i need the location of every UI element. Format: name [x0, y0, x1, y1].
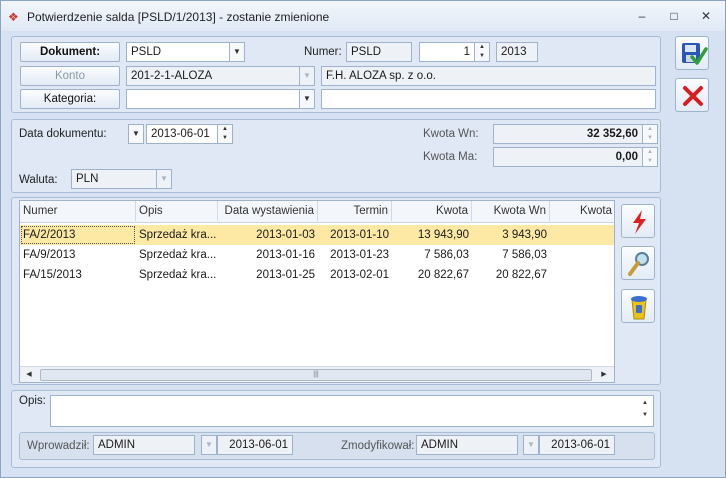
cell-opis: Sprzedaż kra...	[139, 269, 217, 281]
column-header-kwota[interactable]: Kwota	[392, 201, 472, 221]
cell-data: 2013-01-16	[256, 249, 315, 261]
dokument-dropdown[interactable]: ▼	[229, 42, 245, 62]
preview-button[interactable]	[621, 246, 655, 280]
horizontal-scrollbar[interactable]: ◀ ||| ▶	[20, 366, 614, 382]
close-button[interactable]: ✕	[695, 7, 717, 25]
opis-label: Opis:	[19, 395, 46, 407]
cell-data: 2013-01-25	[256, 269, 315, 281]
delete-button[interactable]	[621, 289, 655, 323]
numer-number[interactable]: 1	[419, 42, 475, 62]
cell-kwota-wn: 3 943,90	[502, 229, 547, 241]
grid-header: Numer Opis Data wystawienia Termin Kwota…	[20, 201, 614, 223]
zmodyfikowal-user: ADMIN	[416, 435, 518, 455]
numer-label: Numer:	[304, 46, 342, 58]
scroll-left-arrow[interactable]: ◀	[23, 369, 35, 381]
cell-kwota: 20 822,67	[417, 269, 469, 281]
column-header-termin[interactable]: Termin	[318, 201, 392, 221]
cell-kwota-wn: 20 822,67	[495, 269, 547, 281]
numer-series: PSLD	[346, 42, 412, 62]
column-header-numer[interactable]: Numer	[20, 201, 136, 221]
konto-button[interactable]: Konto	[20, 66, 120, 86]
cell-opis: Sprzedaż kra...	[139, 229, 217, 241]
kwota-ma-spinner: ▲ ▼	[642, 147, 658, 167]
dokument-select[interactable]: PSLD	[126, 42, 230, 62]
cell-kwota: 7 586,03	[424, 249, 469, 261]
kwota-ma-label: Kwota Ma:	[423, 151, 478, 163]
waluta-field: PLN	[71, 169, 157, 189]
wprowadzil-label: Wprowadził:	[27, 440, 90, 452]
data-dokumentu-dropdown[interactable]: ▼	[128, 124, 144, 144]
table-row[interactable]: FA/9/2013 Sprzedaż kra... 2013-01-16 201…	[20, 245, 614, 265]
kwota-wn-label: Kwota Wn:	[423, 128, 479, 140]
save-button[interactable]	[675, 36, 709, 70]
kwota-wn-spinner: ▲ ▼	[642, 124, 658, 144]
kategoria-button[interactable]: Kategoria:	[20, 89, 120, 109]
trash-icon	[631, 296, 647, 320]
cell-kwota: 13 943,90	[417, 229, 469, 241]
data-dokumentu-spinner[interactable]: ▲ ▼	[217, 124, 233, 144]
konto-field: 201-2-1-ALOZA	[126, 66, 300, 86]
column-header-opis[interactable]: Opis	[136, 201, 218, 221]
konto-dropdown: ▼	[299, 66, 315, 86]
wprowadzil-date: 2013-06-01	[217, 435, 293, 455]
scroll-right-arrow[interactable]: ▶	[598, 369, 610, 381]
cancel-button[interactable]	[675, 78, 709, 112]
cell-data: 2013-01-03	[256, 229, 315, 241]
window-title: Potwierdzenie salda [PSLD/1/2013] - zost…	[27, 10, 330, 24]
konto-name: F.H. ALOZA sp. z o.o.	[321, 66, 656, 86]
kwota-ma-field: 0,00	[493, 147, 643, 167]
cancel-icon	[683, 86, 703, 106]
zmodyfikowal-dropdown: ▼	[523, 435, 539, 455]
table-row[interactable]: FA/2/2013 Sprzedaż kra... 2013-01-03 201…	[20, 225, 614, 245]
wprowadzil-user: ADMIN	[93, 435, 195, 455]
column-header-kwota-ma[interactable]: Kwota	[550, 201, 614, 221]
save-icon	[682, 43, 708, 65]
minimize-button[interactable]: –	[631, 7, 653, 25]
generate-button[interactable]	[621, 204, 655, 238]
document-window: ❖ Potwierdzenie salda [PSLD/1/2013] - zo…	[0, 0, 726, 478]
cell-kwota-wn: 7 586,03	[502, 249, 547, 261]
cell-termin: 2013-02-01	[330, 269, 389, 281]
wprowadzil-dropdown: ▼	[201, 435, 217, 455]
cell-opis: Sprzedaż kra...	[139, 249, 217, 261]
data-dokumentu-label: Data dokumentu:	[19, 128, 107, 140]
column-header-data[interactable]: Data wystawienia	[218, 201, 318, 221]
dokument-button[interactable]: Dokument:	[20, 42, 120, 62]
opis-scroll[interactable]: ▲ ▼	[637, 399, 653, 425]
settlements-grid[interactable]: Numer Opis Data wystawienia Termin Kwota…	[19, 200, 615, 383]
cell-termin: 2013-01-10	[330, 229, 389, 241]
kategoria-select[interactable]	[126, 89, 300, 109]
data-dokumentu-field[interactable]: 2013-06-01	[146, 124, 218, 144]
column-header-kwota-wn[interactable]: Kwota Wn	[472, 201, 550, 221]
table-row[interactable]: FA/15/2013 Sprzedaż kra... 2013-01-25 20…	[20, 265, 614, 285]
cell-numer: FA/15/2013	[23, 269, 82, 281]
kategoria-dropdown[interactable]: ▼	[299, 89, 315, 109]
lightning-icon	[633, 210, 646, 234]
cell-termin: 2013-01-23	[330, 249, 389, 261]
zmodyfikowal-label: Zmodyfikował:	[341, 440, 415, 452]
opis-field[interactable]	[50, 395, 654, 427]
kwota-wn-field: 32 352,60	[493, 124, 643, 144]
title-bar: ❖ Potwierdzenie salda [PSLD/1/2013] - zo…	[1, 1, 725, 31]
magnifier-icon	[628, 252, 649, 276]
cell-numer: FA/2/2013	[20, 225, 136, 245]
waluta-label: Waluta:	[19, 174, 58, 186]
app-icon: ❖	[8, 10, 19, 24]
numer-spinner[interactable]: ▲ ▼	[474, 42, 490, 62]
maximize-button[interactable]: □	[663, 7, 685, 25]
cell-numer: FA/9/2013	[23, 249, 76, 261]
scroll-thumb[interactable]: |||	[40, 369, 592, 381]
numer-year: 2013	[496, 42, 538, 62]
kategoria-description[interactable]	[321, 89, 656, 109]
zmodyfikowal-date: 2013-06-01	[539, 435, 615, 455]
waluta-dropdown: ▼	[156, 169, 172, 189]
